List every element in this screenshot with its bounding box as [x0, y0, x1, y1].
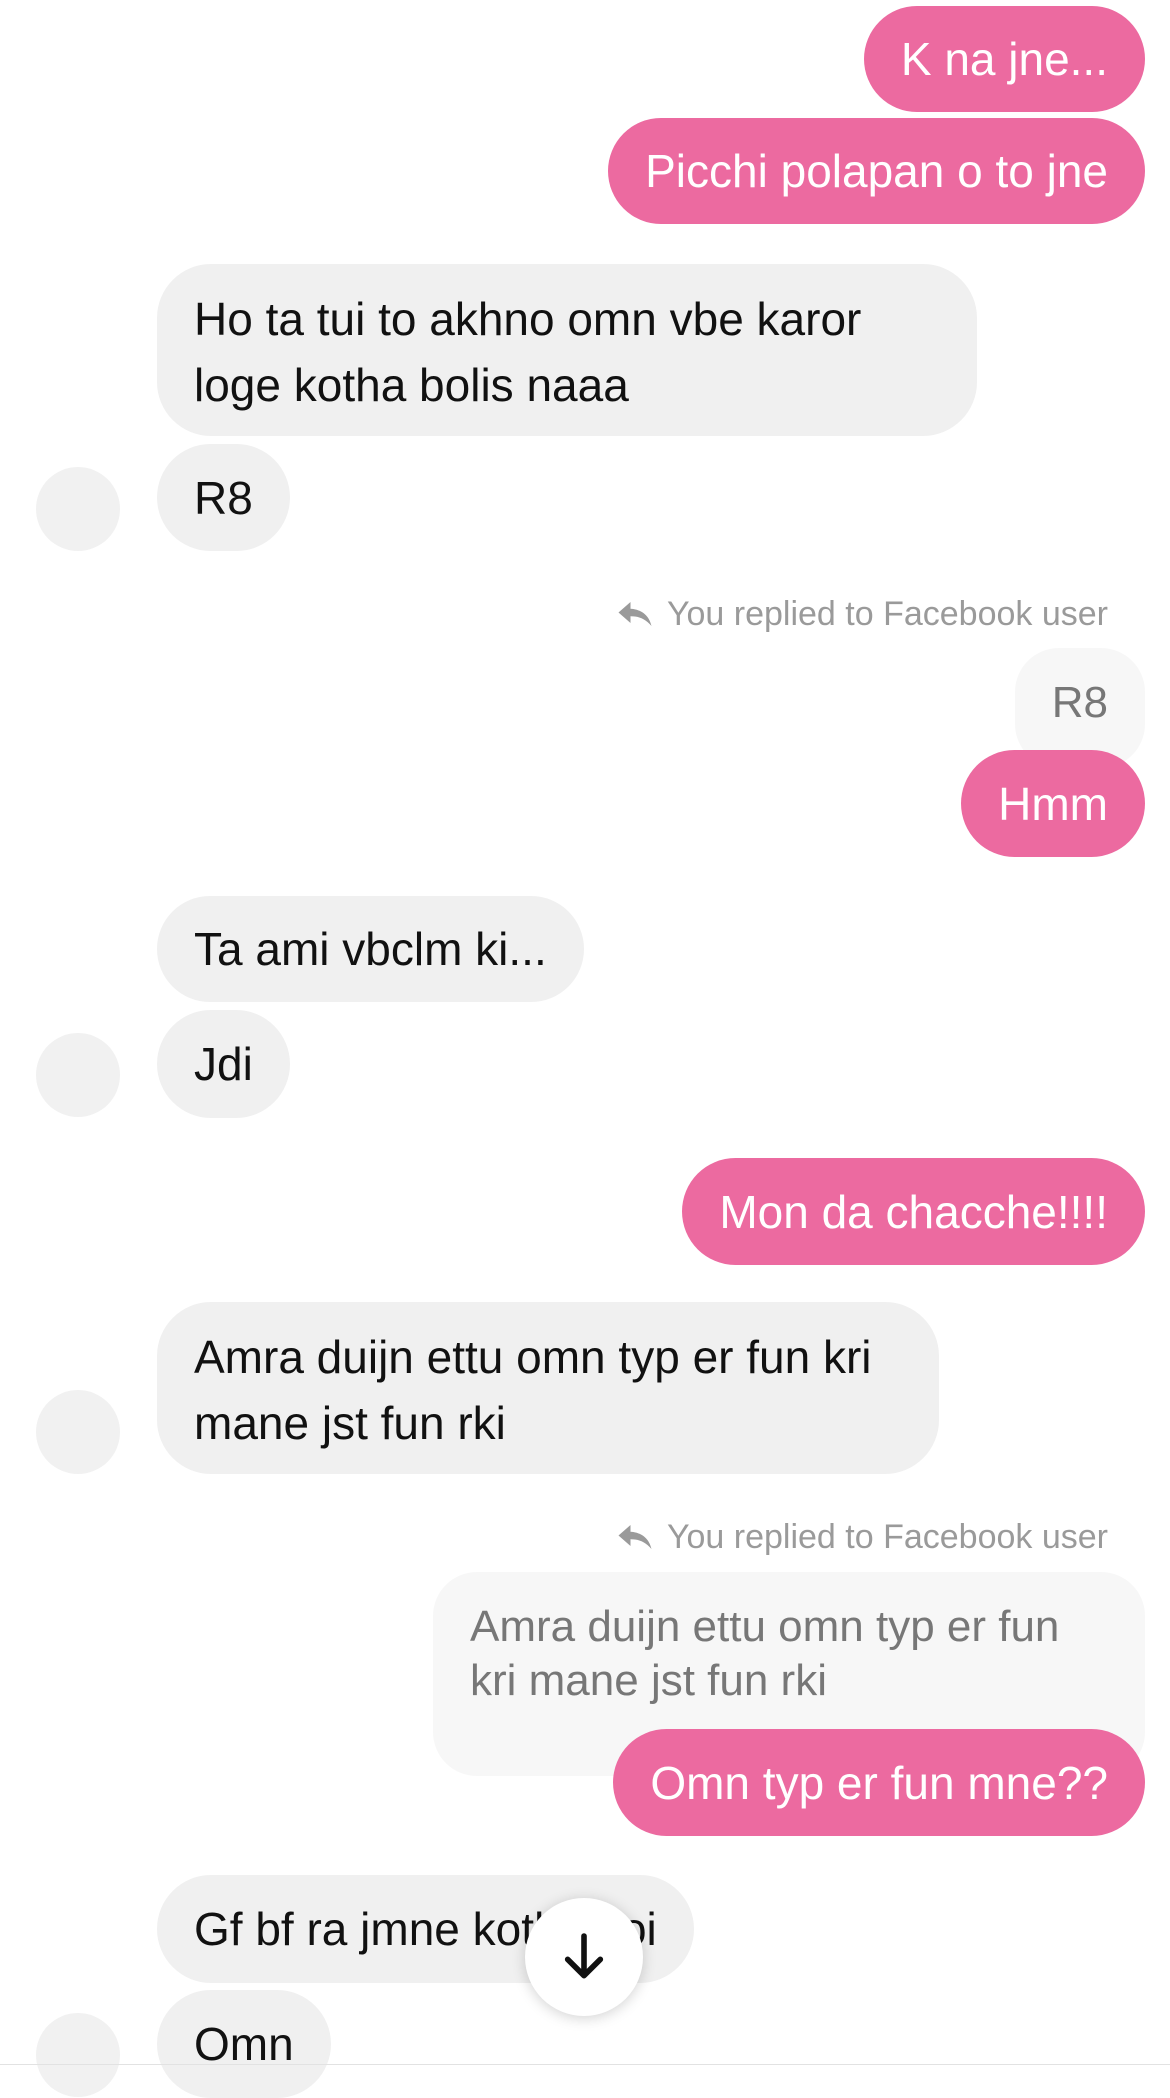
message-incoming[interactable]: Jdi — [157, 1010, 290, 1118]
message-incoming[interactable]: Omn — [157, 1990, 331, 2098]
message-text: Omn typ er fun mne?? — [650, 1756, 1108, 1809]
divider — [0, 2064, 1170, 2065]
reply-arrow-icon — [618, 1525, 652, 1549]
message-text: Omn — [194, 2018, 294, 2070]
reply-indicator: You replied to Facebook user — [617, 589, 1108, 639]
message-outgoing[interactable]: Omn typ er fun mne?? — [613, 1729, 1145, 1836]
scroll-to-bottom-button[interactable] — [525, 1898, 643, 2016]
message-incoming[interactable]: Amra duijn ettu omn typ er fun kri mane … — [157, 1302, 939, 1474]
quoted-text: R8 — [1051, 678, 1108, 727]
avatar[interactable] — [36, 467, 120, 551]
message-incoming[interactable]: Ta ami vbclm ki... — [157, 896, 584, 1002]
avatar[interactable] — [36, 2013, 120, 2097]
avatar[interactable] — [36, 1033, 120, 1117]
message-incoming[interactable]: Ho ta tui to akhno omn vbe karor loge ko… — [157, 264, 977, 436]
reply-arrow-icon — [618, 602, 652, 626]
message-text: Ho ta tui to akhno omn vbe karor loge ko… — [194, 293, 862, 411]
reply-label-text: You replied to Facebook user — [666, 1517, 1108, 1556]
message-incoming[interactable]: R8 — [157, 444, 290, 551]
message-text: K na jne... — [900, 33, 1108, 85]
message-outgoing[interactable]: Hmm — [961, 750, 1145, 857]
message-outgoing[interactable]: Picchi polapan o to jne — [608, 118, 1145, 224]
message-text: Amra duijn ettu omn typ er fun kri mane … — [194, 1331, 872, 1449]
message-outgoing[interactable]: K na jne... — [863, 6, 1145, 112]
message-text: Picchi polapan o to jne — [645, 145, 1108, 197]
reply-indicator: You replied to Facebook user — [617, 1512, 1108, 1562]
message-text: Jdi — [194, 1038, 253, 1090]
message-outgoing[interactable]: Mon da chacche!!!! — [682, 1158, 1145, 1265]
reply-label-text: You replied to Facebook user — [666, 594, 1108, 633]
arrow-down-icon — [564, 1933, 604, 1979]
message-text: Ta ami vbclm ki... — [194, 923, 547, 975]
quoted-text: Amra duijn ettu omn typ er fun kri mane … — [470, 1602, 1060, 1705]
message-text: R8 — [194, 471, 253, 524]
message-text: Hmm — [998, 777, 1108, 830]
message-text: Mon da chacche!!!! — [719, 1185, 1108, 1238]
avatar[interactable] — [36, 1390, 120, 1474]
